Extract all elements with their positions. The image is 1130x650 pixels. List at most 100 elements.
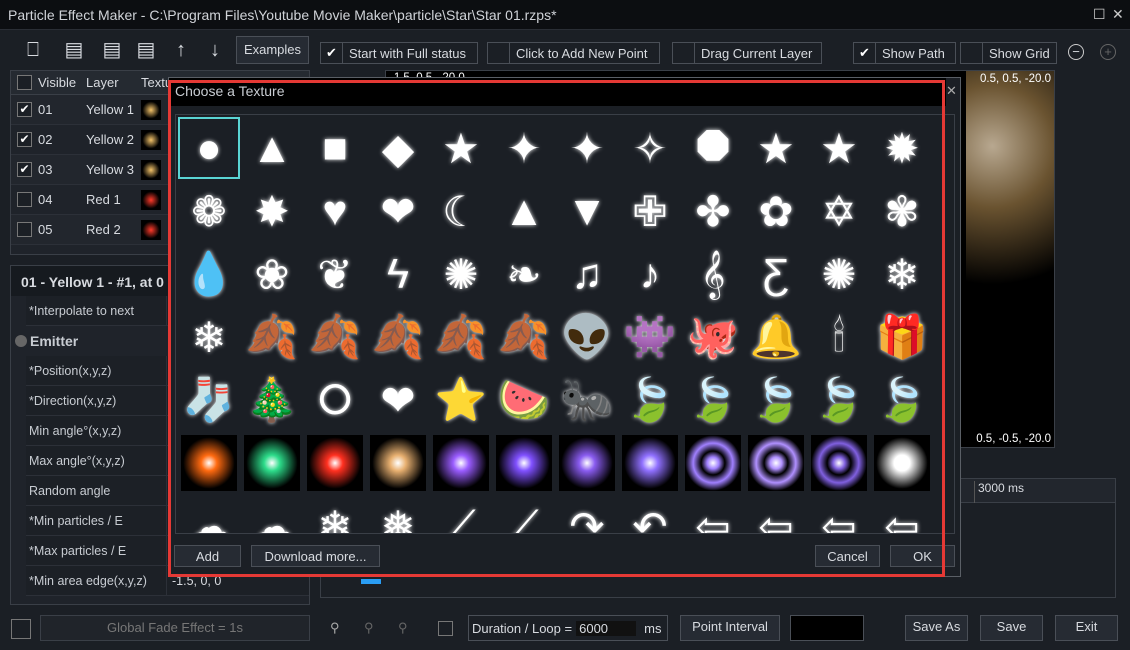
add-point-icon[interactable]: ⚲ [330,620,340,636]
add-layer-icon[interactable]: ▤ [63,38,85,62]
option-checkbox[interactable]: ✔ [321,43,343,63]
texture-glow-gold[interactable] [369,434,427,492]
texture-four-leaf[interactable]: ✤ [684,182,742,240]
texture-arrow-curve-left[interactable]: ↶ [621,497,679,534]
texture-butterfly[interactable]: Ƹ [747,245,805,303]
texture-wreath[interactable]: ⭘ [306,371,364,429]
texture-green-leaf[interactable]: 🍃 [873,371,931,429]
loop-checkbox[interactable] [438,621,453,636]
texture-octopus[interactable]: 🐙 [684,308,742,366]
duration-input[interactable]: 6000 [576,620,637,636]
texture-arrow-left-white[interactable]: ⇦ [810,497,868,534]
exit-button[interactable]: Exit [1055,615,1118,641]
zoom-in-icon[interactable]: + [1100,44,1116,60]
texture-glow-orange[interactable] [180,434,238,492]
texture-arrow-left-outline[interactable]: ⇦ [747,497,805,534]
texture-glow-red[interactable] [306,434,364,492]
add-button[interactable]: Add [174,545,241,567]
texture-lightning[interactable]: ϟ [369,245,427,303]
texture-ring-violet[interactable] [747,434,805,492]
texture-circle[interactable]: ● [178,117,240,179]
texture-sparkle[interactable]: ✦ [558,119,616,177]
timeline-marker[interactable] [361,579,381,584]
texture-alien[interactable]: 👽 [558,308,616,366]
texture-square[interactable]: ■ [306,119,364,177]
save-as-button[interactable]: Save As [905,615,968,641]
texture-moon[interactable]: ☾ [432,182,490,240]
move-up-icon[interactable]: ↑ [170,38,192,62]
header-layer[interactable]: Layer [86,75,141,90]
option-4[interactable]: Show Grid [960,42,1057,64]
texture-watermelon[interactable]: 🍉 [495,371,553,429]
texture-glow-violet[interactable] [621,434,679,492]
texture-arrow-outline[interactable]: ⇦ [873,497,931,534]
cancel-button[interactable]: Cancel [815,545,880,567]
texture-star-of-david[interactable]: ✡ [810,182,868,240]
texture-sun[interactable]: ✺ [810,245,868,303]
texture-leaf-brown[interactable]: 🍂 [495,308,553,366]
option-checkbox[interactable] [673,43,695,63]
texture-heart-tilted[interactable]: ❤ [369,182,427,240]
texture-snowflake[interactable]: ❅ [369,497,427,534]
texture-christmas-tree[interactable]: 🎄 [243,371,301,429]
texture-star[interactable]: ★ [747,119,805,177]
option-checkbox[interactable] [961,43,983,63]
texture-scalloped-circle[interactable]: ❁ [180,182,238,240]
texture-green-leaf[interactable]: 🍃 [747,371,805,429]
texture-smoke[interactable]: ☁ [180,497,238,534]
texture-glow-purple[interactable] [432,434,490,492]
option-checkbox[interactable]: ✔ [854,43,876,63]
texture-music-notes[interactable]: ♫ [558,245,616,303]
ok-button[interactable]: OK [890,545,955,567]
texture-streak[interactable]: ⟋ [432,497,490,534]
delete-layer-icon[interactable]: ▤ [101,38,123,62]
texture-starfish[interactable]: ⭐ [432,371,490,429]
save-button[interactable]: Save [980,615,1043,641]
texture-red-monster[interactable]: 👾 [621,308,679,366]
color-swatch[interactable] [790,615,864,641]
texture-ant[interactable]: 🐜 [558,371,616,429]
dialog-close-button[interactable]: ✕ [946,83,957,99]
texture-green-leaf[interactable]: 🍃 [684,371,742,429]
texture-arrow-up[interactable]: ▲ [495,182,553,240]
texture-star[interactable]: ★ [810,119,868,177]
option-3[interactable]: ✔ Show Path [853,42,956,64]
texture-flower[interactable]: ❀ [243,245,301,303]
texture-four-point-star[interactable]: ✦ [495,119,553,177]
texture-arrow-left-white[interactable]: ⇦ [684,497,742,534]
texture-flower[interactable]: ✿ [747,182,805,240]
texture-thumb[interactable] [141,219,161,240]
texture-stocking[interactable]: 🧦 [180,371,238,429]
texture-snowflake[interactable]: ❄ [180,308,238,366]
texture-drop[interactable]: 💧 [180,245,238,303]
delete-all-icon[interactable]: ▤ [135,38,157,62]
texture-green-leaf[interactable]: 🍃 [621,371,679,429]
texture-glow-violet[interactable] [558,434,616,492]
texture-star[interactable]: ★ [432,119,490,177]
texture-thumb[interactable] [141,189,161,210]
texture-ring-violet[interactable] [684,434,742,492]
option-1[interactable]: Click to Add New Point [487,42,660,64]
option-checkbox[interactable] [488,43,510,63]
texture-heart[interactable]: ♥ [306,182,364,240]
select-all-checkbox[interactable] [17,75,32,90]
texture-grid[interactable]: ● ▲ ■ ◆ ★ ✦ ✦ ✧ ⯃ ★ ★ ✹ ❁ ✸ ♥ ❤ ☾ ▲ ▼ ✙ ✤ ✿ ✡ ✾ 💧 ❀ ❦ ϟ ✺ ❧ ♫ ♪ 𝄞 Ƹ ✺ ❄ ❄ 🍂 🍂 🍂… [175,114,955,534]
texture-thumb[interactable] [141,99,161,120]
texture-thin-sparkle[interactable]: ✧ [621,119,679,177]
open-icon[interactable]: ⎕ [22,38,44,62]
examples-button[interactable]: Examples [236,36,309,64]
texture-glow-green[interactable] [243,434,301,492]
texture-green-leaf[interactable]: 🍃 [810,371,868,429]
texture-triangle[interactable]: ▲ [243,119,301,177]
texture-glow-purple[interactable] [495,434,553,492]
texture-starburst[interactable]: ✸ [243,182,301,240]
texture-thumb[interactable] [141,159,161,180]
close-button[interactable]: ✕ [1112,6,1124,23]
texture-leaf-olive[interactable]: 🍂 [432,308,490,366]
texture-smoke[interactable]: ☁ [243,497,301,534]
texture-music-note[interactable]: ♪ [621,245,679,303]
move-down-icon[interactable]: ↓ [204,38,226,62]
texture-snowflake[interactable]: ❄ [873,245,931,303]
texture-ring-purple[interactable] [810,434,868,492]
texture-leaf-yellow[interactable]: 🍂 [369,308,427,366]
